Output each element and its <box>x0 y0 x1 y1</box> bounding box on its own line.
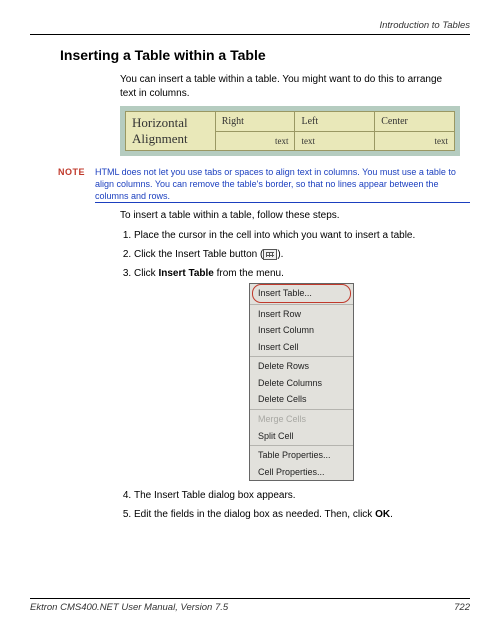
menu-item-split-cell: Split Cell <box>250 428 353 445</box>
menu-item-insert-table: Insert Table... <box>250 284 353 303</box>
step-5: Edit the fields in the dialog box as nee… <box>134 508 460 522</box>
menu-item-table-properties: Table Properties... <box>250 447 353 464</box>
footer-page-number: 722 <box>454 602 470 613</box>
menu-item-insert-row: Insert Row <box>250 306 353 323</box>
sample-col-center: Center <box>375 112 455 132</box>
menu-separator <box>250 356 353 357</box>
section-heading: Inserting a Table within a Table <box>60 47 470 63</box>
insert-table-icon <box>263 249 277 260</box>
step-2-text-b: ). <box>277 249 283 260</box>
note-block: NOTE HTML does not let you use tabs or s… <box>55 166 470 203</box>
step-2-text-a: Click the Insert Table button ( <box>134 249 263 260</box>
step-4: The Insert Table dialog box appears. <box>134 489 460 503</box>
sample-table: Horizontal Alignment Right Left Center t… <box>125 111 455 151</box>
sample-cell-3: text <box>375 132 455 151</box>
step-1: Place the cursor in the cell into which … <box>134 229 460 243</box>
step-5-text-c: . <box>390 509 393 520</box>
footer-left: Ektron CMS400.NET User Manual, Version 7… <box>30 602 228 613</box>
menu-separator <box>250 304 353 305</box>
lead-in: To insert a table within a table, follow… <box>120 209 460 223</box>
step-3: Click Insert Table from the menu. Insert… <box>134 267 460 482</box>
intro-paragraph: You can insert a table within a table. Y… <box>120 73 460 100</box>
step-5-text-a: Edit the fields in the dialog box as nee… <box>134 509 375 520</box>
step-2: Click the Insert Table button (). <box>134 248 460 262</box>
page-footer: Ektron CMS400.NET User Manual, Version 7… <box>30 598 470 613</box>
menu-item-insert-column: Insert Column <box>250 322 353 339</box>
menu-item-delete-cells: Delete Cells <box>250 391 353 408</box>
running-header: Introduction to Tables <box>30 20 470 31</box>
step-3-bold: Insert Table <box>158 268 213 279</box>
step-5-bold: OK <box>375 509 390 520</box>
menu-separator <box>250 445 353 446</box>
rule-top <box>30 34 470 35</box>
sample-cell-2: text <box>295 132 375 151</box>
sample-col-left: Left <box>295 112 375 132</box>
menu-item-cell-properties: Cell Properties... <box>250 464 353 481</box>
sample-col-right: Right <box>215 112 295 132</box>
menu-item-merge-cells: Merge Cells <box>250 411 353 428</box>
sample-table-figure: Horizontal Alignment Right Left Center t… <box>120 106 460 156</box>
menu-item-insert-cell: Insert Cell <box>250 339 353 356</box>
menu-item-delete-columns: Delete Columns <box>250 375 353 392</box>
step-3-text-c: from the menu. <box>214 268 284 279</box>
note-text: HTML does not let you use tabs or spaces… <box>95 166 470 203</box>
rule-bottom <box>30 598 470 599</box>
step-3-text-a: Click <box>134 268 158 279</box>
context-menu-figure: Insert Table... Insert Row Insert Column… <box>249 283 354 482</box>
menu-separator <box>250 409 353 410</box>
sample-row-label: Horizontal Alignment <box>126 112 216 151</box>
note-label: NOTE <box>55 167 85 203</box>
menu-item-delete-rows: Delete Rows <box>250 358 353 375</box>
sample-cell-1: text <box>215 132 295 151</box>
steps-list: Place the cursor in the cell into which … <box>134 229 460 523</box>
